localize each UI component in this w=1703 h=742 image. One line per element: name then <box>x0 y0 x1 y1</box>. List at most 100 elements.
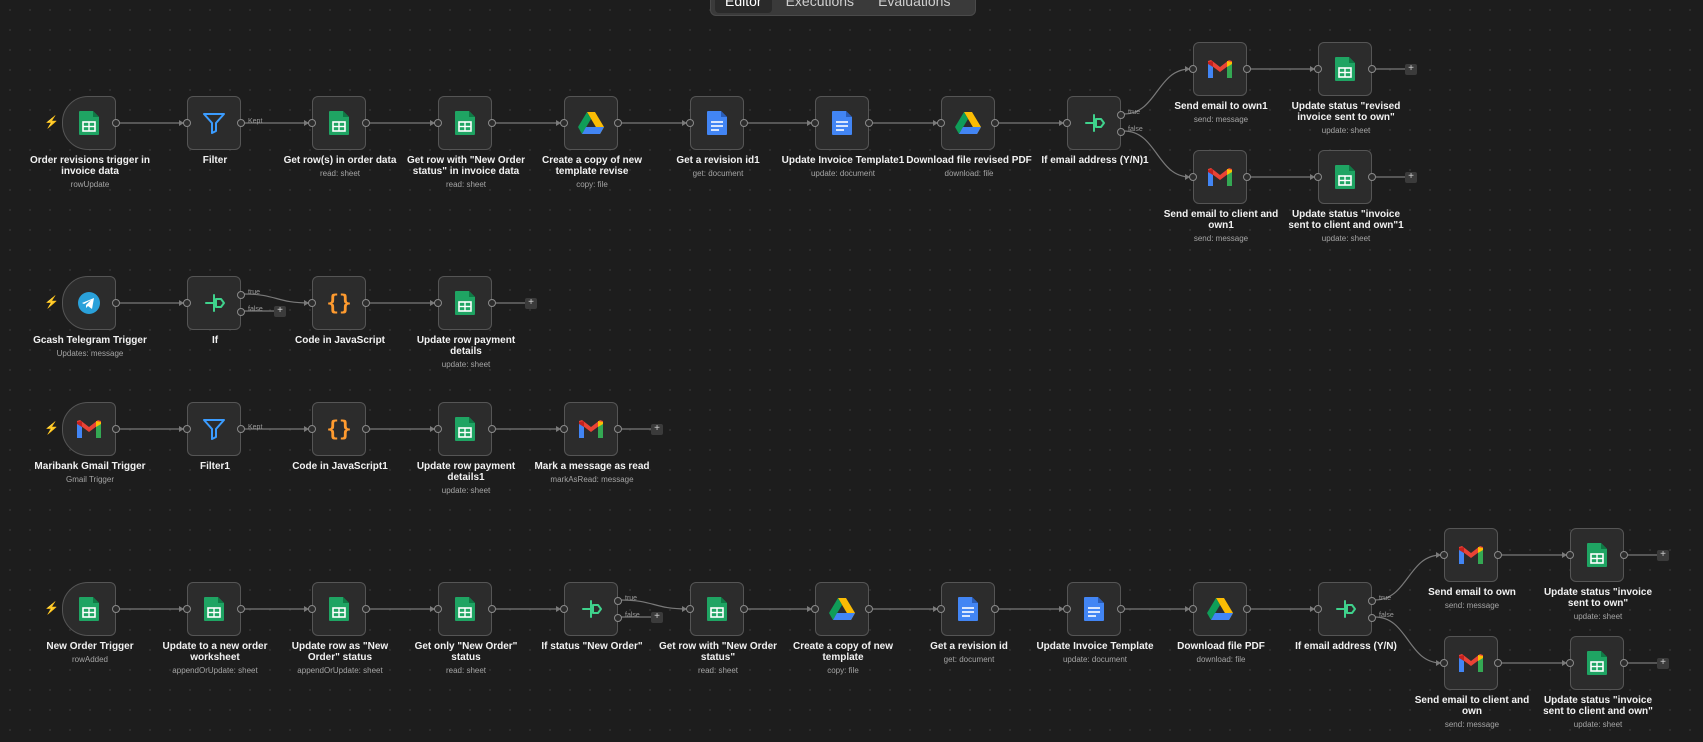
workflow-node[interactable]: Update Invoice Template1 update: document <box>782 96 904 178</box>
output-port[interactable] <box>740 119 748 127</box>
output-port[interactable] <box>865 119 873 127</box>
input-port[interactable] <box>1314 605 1322 613</box>
workflow-node[interactable]: ⚡ New Order Trigger rowAdded <box>44 582 134 664</box>
false-output-port[interactable] <box>237 308 245 316</box>
output-port[interactable] <box>237 605 245 613</box>
workflow-node[interactable]: If status "New Order" <box>541 582 643 652</box>
false-output-port[interactable] <box>1368 614 1376 622</box>
false-output-port[interactable] <box>1117 128 1125 136</box>
input-port[interactable] <box>1314 65 1322 73</box>
workflow-node[interactable]: Get row with "New Order status" in invoi… <box>407 96 525 189</box>
workflow-node[interactable]: Update status "invoice sent to own" updat… <box>1544 528 1652 621</box>
output-port[interactable] <box>865 605 873 613</box>
input-port[interactable] <box>183 119 191 127</box>
output-port[interactable] <box>991 119 999 127</box>
workflow-node[interactable]: Get row with "New Order status" read: she… <box>659 582 777 675</box>
input-port[interactable] <box>1063 119 1071 127</box>
workflow-node[interactable]: ⚡ Maribank Gmail Trigger Gmail Trigger <box>34 402 146 484</box>
output-port[interactable] <box>112 605 120 613</box>
add-node-button[interactable]: + <box>1657 658 1669 669</box>
workflow-node[interactable]: Download file revised PDF download: file <box>906 96 1032 178</box>
input-port[interactable] <box>811 605 819 613</box>
add-node-button[interactable]: + <box>651 612 663 623</box>
true-output-port[interactable] <box>237 291 245 299</box>
output-port[interactable] <box>237 119 245 127</box>
input-port[interactable] <box>183 605 191 613</box>
output-port[interactable] <box>237 425 245 433</box>
input-port[interactable] <box>1440 659 1448 667</box>
add-node-button[interactable]: + <box>1657 550 1669 561</box>
workflow-node[interactable]: Create a copy of new template copy: file <box>793 582 893 675</box>
input-port[interactable] <box>811 119 819 127</box>
workflow-node[interactable]: Get a revision id1 get: document <box>676 96 760 178</box>
add-node-button[interactable]: + <box>651 424 663 435</box>
input-port[interactable] <box>308 299 316 307</box>
output-port[interactable] <box>1243 605 1251 613</box>
input-port[interactable] <box>937 605 945 613</box>
add-node-button[interactable]: + <box>1405 64 1417 75</box>
input-port[interactable] <box>1566 551 1574 559</box>
workflow-node[interactable]: Update status "invoice sent to client an… <box>1543 636 1653 729</box>
input-port[interactable] <box>560 119 568 127</box>
input-port[interactable] <box>434 605 442 613</box>
input-port[interactable] <box>1189 65 1197 73</box>
input-port[interactable] <box>686 119 694 127</box>
output-port[interactable] <box>1620 659 1628 667</box>
workflow-node[interactable]: Update status "revised invoice sent to o… <box>1292 42 1400 135</box>
workflow-node[interactable]: Send email to client and own send: messag… <box>1415 636 1529 729</box>
output-port[interactable] <box>112 119 120 127</box>
input-port[interactable] <box>1189 605 1197 613</box>
output-port[interactable] <box>488 605 496 613</box>
workflow-node[interactable]: Send email to client and own1 send: messa… <box>1164 150 1278 243</box>
input-port[interactable] <box>1566 659 1574 667</box>
tab-executions[interactable]: Executions <box>776 0 864 13</box>
output-port[interactable] <box>1494 659 1502 667</box>
input-port[interactable] <box>434 119 442 127</box>
input-port[interactable] <box>686 605 694 613</box>
output-port[interactable] <box>614 119 622 127</box>
workflow-node[interactable]: Get only "New Order" status read: sheet <box>415 582 517 675</box>
workflow-canvas[interactable]: ⚡ Order revisions trigger in invoice data… <box>0 0 1703 742</box>
true-output-port[interactable] <box>614 597 622 605</box>
workflow-node[interactable]: Create a copy of new template revise copy… <box>542 96 642 189</box>
workflow-node[interactable]: Update row payment details update: sheet <box>417 276 515 369</box>
workflow-node[interactable]: If email address (Y/N) <box>1295 582 1397 652</box>
output-port[interactable] <box>1368 173 1376 181</box>
input-port[interactable] <box>308 119 316 127</box>
output-port[interactable] <box>1243 65 1251 73</box>
workflow-node[interactable]: Update row payment details1 update: sheet <box>417 402 515 495</box>
output-port[interactable] <box>362 425 370 433</box>
output-port[interactable] <box>488 119 496 127</box>
output-port[interactable] <box>991 605 999 613</box>
input-port[interactable] <box>434 299 442 307</box>
tab-evaluations[interactable]: Evaluations <box>868 0 960 13</box>
input-port[interactable] <box>1063 605 1071 613</box>
workflow-node[interactable]: Get a revision id get: document <box>930 582 1008 664</box>
output-port[interactable] <box>740 605 748 613</box>
output-port[interactable] <box>362 605 370 613</box>
workflow-node[interactable]: Update status "invoice sent to client an… <box>1288 150 1404 243</box>
workflow-node[interactable]: Send email to own1 send: message <box>1174 42 1268 124</box>
workflow-node[interactable]: Update Invoice Template update: document <box>1036 582 1154 664</box>
output-port[interactable] <box>614 425 622 433</box>
workflow-node[interactable]: {} Code in JavaScript1 <box>292 402 388 472</box>
workflow-node[interactable]: Mark a message as read markAsRead: messag… <box>534 402 650 484</box>
output-port[interactable] <box>488 425 496 433</box>
output-port[interactable] <box>1494 551 1502 559</box>
add-node-button[interactable]: + <box>525 298 537 309</box>
workflow-node[interactable]: ⚡ Gcash Telegram Trigger Updates: message <box>33 276 147 358</box>
output-port[interactable] <box>1368 65 1376 73</box>
workflow-node[interactable]: Update row as "New Order" status appendOr… <box>292 582 388 675</box>
input-port[interactable] <box>183 425 191 433</box>
workflow-node[interactable]: If <box>183 276 245 346</box>
output-port[interactable] <box>1117 605 1125 613</box>
add-node-button[interactable]: + <box>274 306 286 317</box>
workflow-node[interactable]: If email address (Y/N)1 <box>1041 96 1149 166</box>
output-port[interactable] <box>112 299 120 307</box>
input-port[interactable] <box>1440 551 1448 559</box>
input-port[interactable] <box>434 425 442 433</box>
workflow-node[interactable]: {} Code in JavaScript <box>295 276 385 346</box>
output-port[interactable] <box>362 119 370 127</box>
output-port[interactable] <box>362 299 370 307</box>
true-output-port[interactable] <box>1368 597 1376 605</box>
